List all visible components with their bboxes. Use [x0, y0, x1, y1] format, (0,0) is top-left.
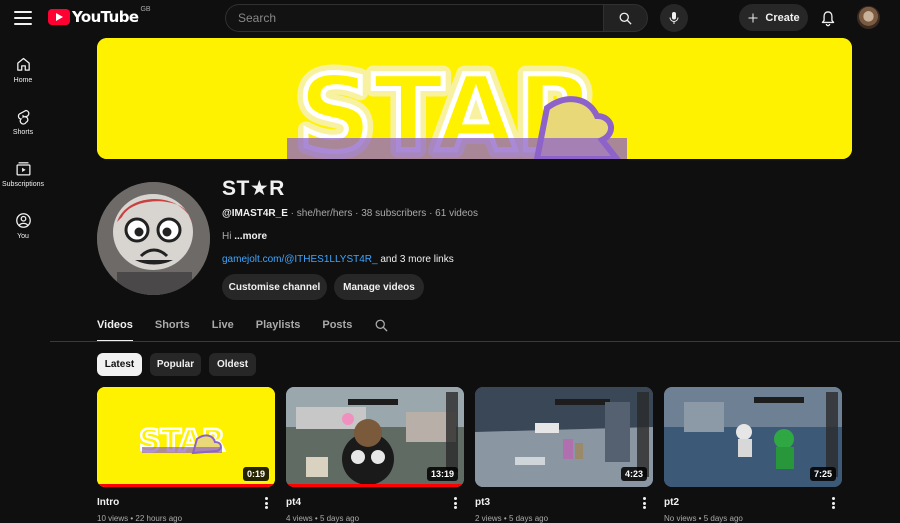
home-icon — [16, 57, 30, 71]
search-button[interactable] — [603, 4, 648, 32]
channel-pronouns: she/her/hers — [296, 208, 353, 219]
channel-description: Hi ...more — [222, 231, 267, 242]
video-duration: 4:23 — [620, 467, 647, 481]
video-meta: 2 views • 5 days ago — [475, 514, 549, 523]
tab-videos[interactable]: Videos — [97, 309, 133, 342]
video-age: 5 days ago — [508, 514, 549, 523]
description-more-link[interactable]: ...more — [234, 231, 267, 242]
video-thumbnail[interactable]: 7:25 — [664, 387, 842, 487]
bell-icon — [821, 10, 835, 26]
tab-live[interactable]: Live — [212, 309, 234, 342]
top-bar: YouTube GB Create — [0, 0, 900, 36]
video-card: 4:23 pt3 2 views • 5 days ago — [475, 387, 653, 523]
chip-oldest[interactable]: Oldest — [209, 353, 256, 376]
more-options-icon[interactable] — [828, 496, 838, 510]
chip-latest[interactable]: Latest — [97, 353, 142, 376]
tab-shorts[interactable]: Shorts — [155, 309, 190, 342]
tabs-divider — [50, 341, 900, 342]
channel-banner: STAR STAR — [97, 38, 852, 159]
more-links-link[interactable]: and 3 more links — [380, 254, 453, 265]
channel-meta: @IMAST4R_E · she/her/hers · 38 subscribe… — [222, 208, 478, 219]
description-text: Hi — [222, 231, 232, 242]
video-thumbnail[interactable]: 4:23 — [475, 387, 653, 487]
video-card: 7:25 pt2 No views • 5 days ago — [664, 387, 842, 523]
watch-progress-bar — [286, 484, 464, 487]
video-card: 13:19 pt4 4 views • 5 days ago — [286, 387, 464, 523]
channel-links: gamejolt.com/@ITHES1LLYST4R_ and 3 more … — [222, 254, 454, 265]
channel-handle: @IMAST4R_E — [222, 208, 288, 219]
sidebar-label-subscriptions: Subscriptions — [1, 181, 45, 188]
sidebar-item-subscriptions[interactable]: Subscriptions — [0, 148, 46, 200]
channel-name: ST★R — [222, 177, 285, 200]
create-button[interactable]: Create — [739, 4, 808, 31]
account-avatar[interactable] — [857, 6, 880, 29]
sidebar-item-shorts[interactable]: Shorts — [0, 96, 46, 148]
search-icon — [619, 12, 632, 25]
video-meta: 10 views • 22 hours ago — [97, 514, 183, 523]
video-views: 2 views — [475, 514, 502, 523]
banner-art: STAR STAR — [97, 38, 852, 159]
shorts-icon — [17, 109, 29, 125]
search-bar — [225, 4, 648, 32]
video-title[interactable]: pt4 — [286, 497, 301, 508]
video-count: 61 videos — [435, 208, 478, 219]
voice-search-button[interactable] — [660, 4, 688, 32]
you-icon — [15, 213, 31, 228]
video-title[interactable]: Intro — [97, 497, 119, 508]
subscriber-count: 38 subscribers — [361, 208, 427, 219]
search-icon — [375, 319, 388, 332]
customise-channel-button[interactable]: Customise channel — [222, 274, 327, 300]
video-age: 22 hours ago — [135, 514, 183, 523]
notifications-button[interactable] — [816, 6, 840, 30]
video-thumbnail[interactable]: 13:19 — [286, 387, 464, 487]
create-label: Create — [765, 11, 800, 24]
search-input[interactable] — [225, 4, 603, 32]
tab-playlists[interactable]: Playlists — [256, 309, 301, 342]
video-views: 10 views — [97, 514, 129, 523]
watch-progress-bar — [97, 484, 275, 487]
video-title[interactable]: pt2 — [664, 497, 679, 508]
plus-icon — [748, 13, 758, 22]
video-duration: 0:19 — [242, 467, 269, 481]
more-options-icon[interactable] — [639, 496, 649, 510]
video-thumbnail[interactable]: STAR 0:19 — [97, 387, 275, 487]
subscriptions-icon — [15, 162, 31, 176]
logo-text: YouTube — [72, 8, 139, 26]
manage-videos-button[interactable]: Manage videos — [334, 274, 424, 300]
video-title[interactable]: pt3 — [475, 497, 490, 508]
mic-icon — [669, 12, 679, 24]
sidebar-item-home[interactable]: Home — [0, 44, 46, 96]
channel-search-button[interactable] — [374, 309, 389, 338]
sidebar-label-you: You — [17, 233, 29, 240]
banner-shadow-bar — [287, 138, 627, 159]
video-age: 5 days ago — [319, 514, 360, 523]
tab-posts[interactable]: Posts — [322, 309, 352, 342]
video-meta: No views • 5 days ago — [664, 514, 743, 523]
video-views: No views — [664, 514, 697, 523]
video-views: 4 views — [286, 514, 313, 523]
youtube-play-icon — [48, 9, 70, 25]
channel-avatar-art — [97, 182, 210, 295]
menu-icon[interactable] — [13, 9, 33, 27]
video-duration: 7:25 — [809, 467, 836, 481]
sidebar-label-shorts: Shorts — [12, 129, 34, 136]
video-duration: 13:19 — [426, 467, 458, 481]
more-options-icon[interactable] — [450, 496, 460, 510]
video-meta: 4 views • 5 days ago — [286, 514, 360, 523]
sidebar-item-you[interactable]: You — [0, 200, 46, 252]
chip-popular[interactable]: Popular — [150, 353, 201, 376]
region-code: GB — [140, 5, 151, 13]
video-age: 5 days ago — [703, 514, 743, 523]
channel-tabs: Videos Shorts Live Playlists Posts — [97, 309, 389, 342]
sidebar: Home Shorts Subscriptions You — [0, 44, 46, 252]
youtube-logo[interactable]: YouTube GB — [48, 5, 151, 26]
more-options-icon[interactable] — [261, 496, 271, 510]
sidebar-label-home: Home — [13, 77, 33, 84]
video-card: STAR 0:19 Intro 10 views • 22 hours ago — [97, 387, 275, 523]
channel-external-link[interactable]: gamejolt.com/@ITHES1LLYST4R_ — [222, 254, 378, 265]
channel-avatar[interactable] — [97, 182, 210, 295]
